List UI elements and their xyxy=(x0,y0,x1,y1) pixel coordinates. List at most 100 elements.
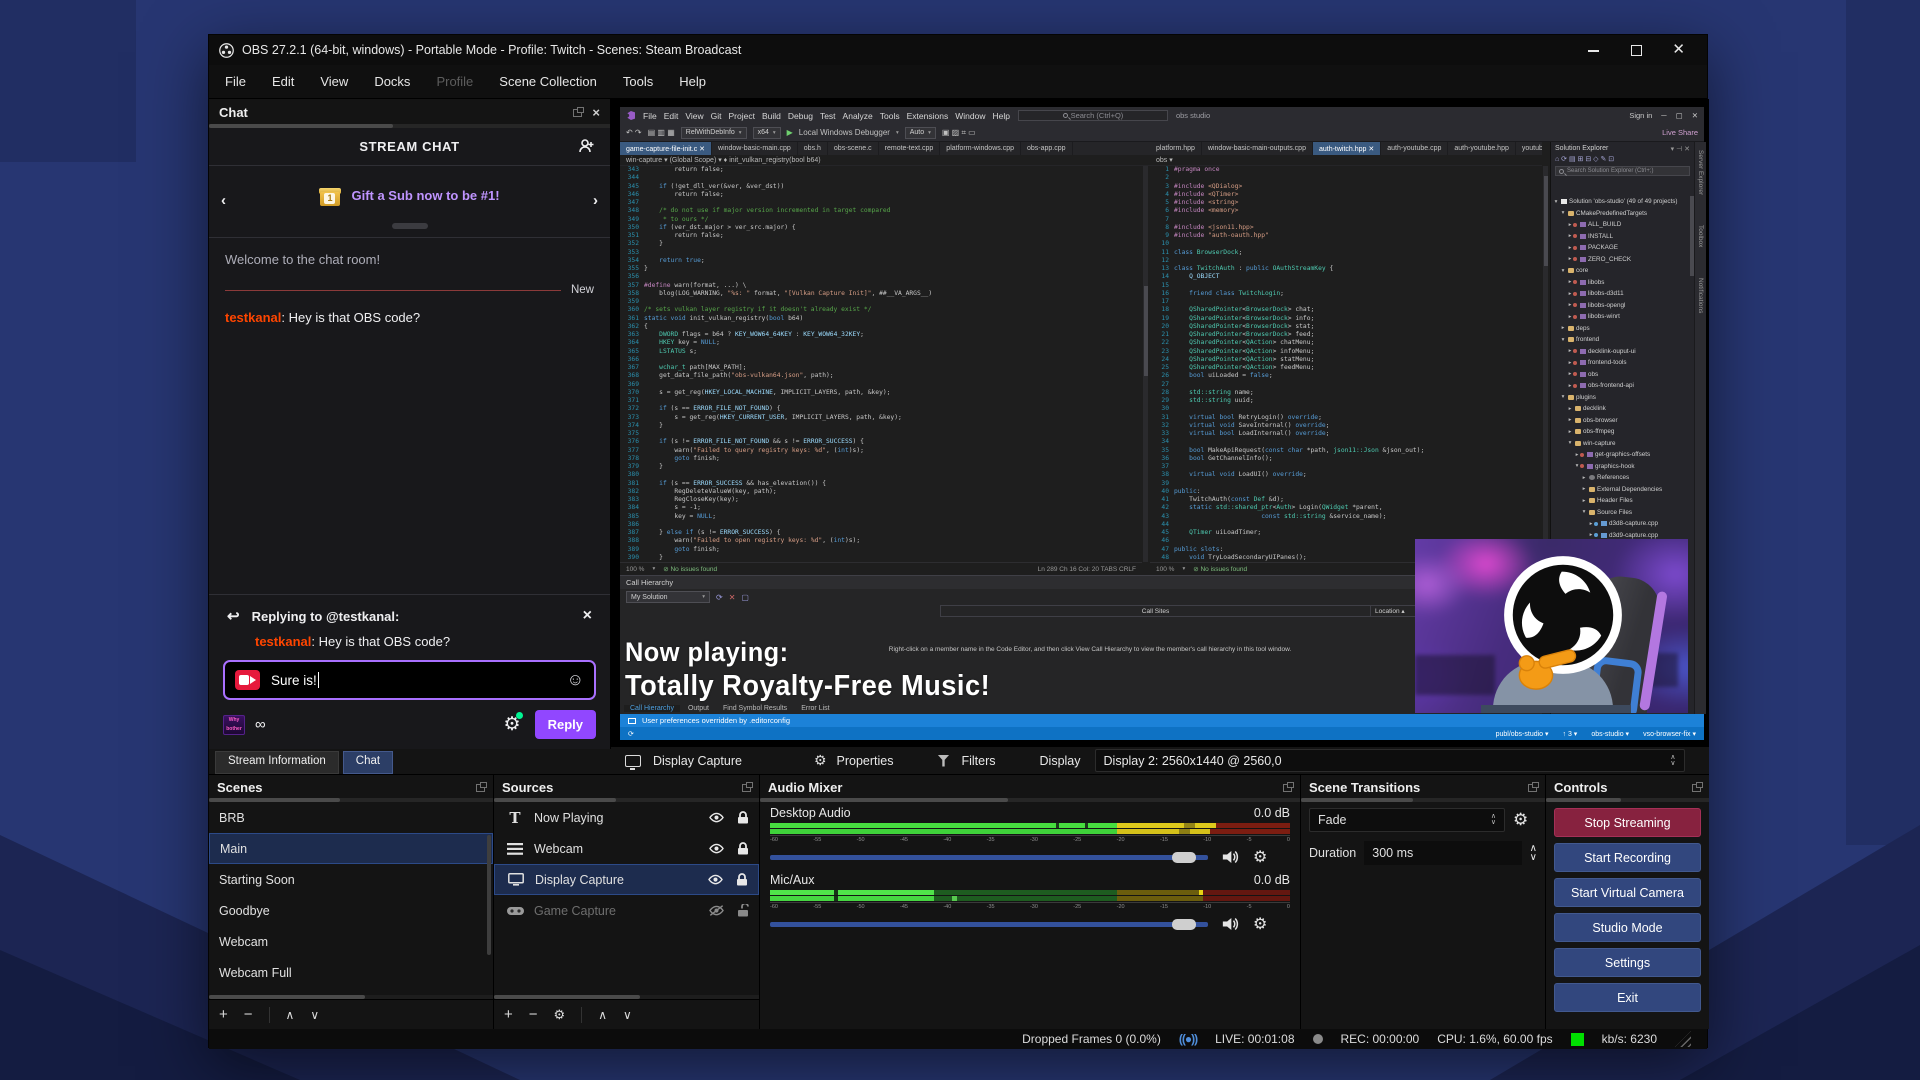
menu-docks[interactable]: Docks xyxy=(374,74,410,89)
expander-icon[interactable]: ▾ xyxy=(1560,337,1566,343)
tree-item[interactable]: ▸ decklink-ouput-ui xyxy=(1551,346,1691,358)
vs-tab[interactable]: platform.hpp xyxy=(1150,142,1202,155)
tab-chat[interactable]: Chat xyxy=(342,751,394,774)
menu-file[interactable]: File xyxy=(225,74,246,89)
vs-side-tab[interactable]: Notifications xyxy=(1697,278,1704,313)
tree-item[interactable]: ▸ PACKAGE xyxy=(1551,242,1691,254)
vs-menu-analyze[interactable]: Analyze xyxy=(843,111,873,121)
close-button[interactable]: ✕ xyxy=(1672,42,1685,57)
vs-menu-git[interactable]: Git xyxy=(711,111,722,121)
menu-profile[interactable]: Profile xyxy=(436,74,473,89)
visibility-eye-icon[interactable] xyxy=(707,874,724,885)
tree-item[interactable]: ▸ deps xyxy=(1551,323,1691,335)
reply-close-icon[interactable]: × xyxy=(583,607,596,625)
dock-popout-icon[interactable] xyxy=(1528,781,1539,792)
vs-tab[interactable]: platform-windows.cpp xyxy=(940,142,1021,155)
scene-row[interactable]: Webcam xyxy=(209,926,493,957)
vs-tab[interactable]: game-capture-file-init.c ✕ xyxy=(620,142,713,155)
tree-item[interactable]: ▾ graphics-hook xyxy=(1551,461,1691,473)
menu-help[interactable]: Help xyxy=(679,74,706,89)
lock-icon[interactable] xyxy=(737,842,749,855)
duration-spinner[interactable]: ∧ ∨ xyxy=(1530,844,1537,863)
viewer-list-icon[interactable] xyxy=(578,138,596,154)
vs-menu-build[interactable]: Build xyxy=(762,111,781,121)
duration-input[interactable]: 300 ms xyxy=(1364,841,1522,865)
menu-edit[interactable]: Edit xyxy=(272,74,294,89)
vs-menu-help[interactable]: Help xyxy=(992,111,1009,121)
studio-mode-button[interactable]: Studio Mode xyxy=(1554,913,1701,942)
add-scene-button[interactable]: + xyxy=(219,1006,228,1023)
vs-menu-edit[interactable]: Edit xyxy=(664,111,679,121)
lock-icon[interactable] xyxy=(737,811,749,824)
transition-gear-icon[interactable]: ⚙ xyxy=(1513,810,1528,830)
tree-item[interactable]: ▸ frontend-tools xyxy=(1551,357,1691,369)
speaker-icon[interactable] xyxy=(1222,850,1239,864)
chat-input[interactable]: Sure is! ☺ xyxy=(223,660,596,700)
vs-status-item[interactable]: publ/obs-studio ▾ xyxy=(1496,730,1549,738)
transition-select[interactable]: Fade ∧ ∨ xyxy=(1309,808,1505,832)
lock-icon[interactable] xyxy=(736,873,748,886)
expander-icon[interactable]: ▸ xyxy=(1560,325,1566,331)
vs-menu-debug[interactable]: Debug xyxy=(788,111,813,121)
speaker-icon[interactable] xyxy=(1222,917,1239,931)
program-preview[interactable]: File Edit View Git Project Build Debug Test Anal… xyxy=(611,99,1709,746)
titlebar[interactable]: OBS 27.2.1 (64-bit, windows) - Portable … xyxy=(209,35,1707,65)
vs-tab[interactable]: obs.h xyxy=(798,142,828,155)
tree-item[interactable]: ▸ obs-browser xyxy=(1551,415,1691,427)
vs-status-item[interactable]: obs-studio ▾ xyxy=(1591,730,1629,738)
vs-panel-tab[interactable]: Find Symbol Results xyxy=(717,705,793,712)
chat-dock-title[interactable]: Chat × xyxy=(209,99,610,124)
tree-item[interactable]: ▸ d3d8-capture.cpp xyxy=(1551,518,1691,530)
dock-popout-icon[interactable] xyxy=(476,781,487,792)
expander-icon[interactable]: ▾ xyxy=(1553,199,1559,205)
expander-icon[interactable]: ▾ xyxy=(1581,509,1587,515)
source-down-button[interactable]: ∨ xyxy=(623,1008,632,1022)
vs-menu-project[interactable]: Project xyxy=(729,111,755,121)
expander-icon[interactable]: ▸ xyxy=(1581,498,1587,504)
add-source-button[interactable]: + xyxy=(504,1006,513,1023)
tree-item[interactable]: ▸ ALL_BUILD xyxy=(1551,219,1691,231)
vs-tab[interactable]: window-basic-main.cpp xyxy=(712,142,798,155)
visibility-eye-icon[interactable] xyxy=(708,843,725,854)
vs-panel-tab[interactable]: Error List xyxy=(795,705,835,712)
tree-item[interactable]: ▸ libobs-opengl xyxy=(1551,300,1691,312)
properties-button[interactable]: Properties xyxy=(837,754,894,768)
tree-item[interactable]: ▾ CMakePredefinedTargets xyxy=(1551,208,1691,220)
volume-slider[interactable] xyxy=(770,918,1208,930)
volume-slider-handle[interactable] xyxy=(1172,851,1196,863)
tree-item[interactable]: ▸ decklink xyxy=(1551,403,1691,415)
tree-item[interactable]: ▾ Source Files xyxy=(1551,507,1691,519)
vs-menu-tools[interactable]: Tools xyxy=(880,111,900,121)
vs-tab[interactable]: auth-twitch.hpp ✕ xyxy=(1312,142,1382,155)
mixer-gear-icon[interactable]: ⚙ xyxy=(1253,914,1267,934)
channel-emote-badge[interactable]: Why bother xyxy=(223,714,245,735)
tree-item[interactable]: ▸ INSTALL xyxy=(1551,231,1691,243)
expander-icon[interactable]: ▾ xyxy=(1560,394,1566,400)
vs-panel-tab[interactable]: Call Hierarchy xyxy=(624,704,680,712)
tab-stream-information[interactable]: Stream Information xyxy=(215,751,339,774)
scene-up-button[interactable]: ∧ xyxy=(286,1008,295,1022)
resize-grip[interactable] xyxy=(1675,1031,1691,1047)
vs-menu-file[interactable]: File xyxy=(643,111,657,121)
tree-item[interactable]: ▾ core xyxy=(1551,265,1691,277)
dock-close-icon[interactable]: × xyxy=(592,105,600,120)
dock-popout-icon[interactable] xyxy=(573,106,585,117)
menu-view[interactable]: View xyxy=(320,74,348,89)
minimize-button[interactable] xyxy=(1588,44,1600,56)
menu-tools[interactable]: Tools xyxy=(623,74,653,89)
scene-down-button[interactable]: ∨ xyxy=(310,1008,319,1022)
chat-username[interactable]: testkanal xyxy=(225,310,281,325)
tree-item[interactable]: ▸ get-graphics-offsets xyxy=(1551,449,1691,461)
expander-icon[interactable]: ▸ xyxy=(1581,486,1587,492)
vs-side-tab[interactable]: Server Explorer xyxy=(1697,150,1704,195)
source-properties-button[interactable]: ⚙ xyxy=(554,1007,566,1023)
vs-menu-view[interactable]: View xyxy=(685,111,703,121)
tree-item[interactable]: ▸ libobs xyxy=(1551,277,1691,289)
expander-icon[interactable]: ▾ xyxy=(1567,440,1573,446)
source-up-button[interactable]: ∧ xyxy=(598,1008,607,1022)
exit-button[interactable]: Exit xyxy=(1554,983,1701,1012)
gift-sub-banner[interactable]: ‹ 1 Gift a Sub now to be #1! › xyxy=(209,166,610,238)
remove-scene-button[interactable]: − xyxy=(244,1006,253,1023)
expander-icon[interactable]: ▸ xyxy=(1567,417,1573,423)
banner-next-icon[interactable]: › xyxy=(593,192,598,209)
